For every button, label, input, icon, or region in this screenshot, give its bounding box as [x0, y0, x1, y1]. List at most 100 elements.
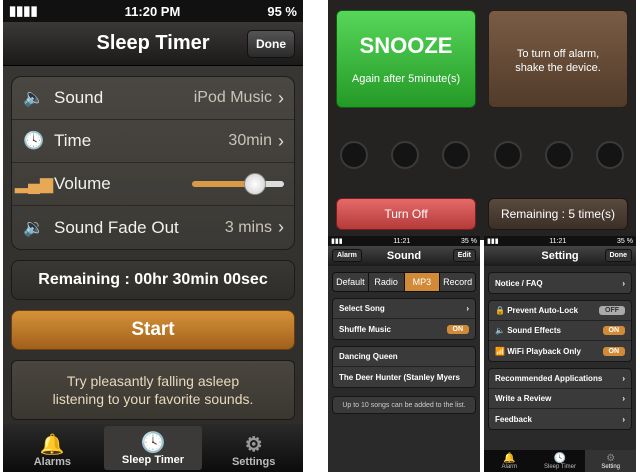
tab-alarm[interactable]: 🔔 Alarm [484, 450, 535, 472]
alarm-back-button[interactable]: Alarm [332, 249, 362, 262]
knob [544, 141, 573, 169]
start-button[interactable]: Start [11, 310, 295, 350]
sleep-timer-screen: ▮▮▮▮ 11:20 PM 95 % Sleep Timer Done 🔈 So… [3, 0, 303, 472]
links-group: Recommended Applications › Write a Review… [488, 368, 632, 430]
wifi-icon: 📶 [495, 346, 508, 356]
clock-icon: 🕓 [23, 131, 45, 150]
fade-out-row[interactable]: 🔉 Sound Fade Out 3 mins › [12, 206, 294, 249]
volume-bars-icon: ▂▄▆ [14, 174, 54, 193]
chevron-right-icon: › [278, 87, 284, 108]
chevron-right-icon: › [622, 394, 625, 403]
sound-row[interactable]: 🔈 Sound iPod Music › [12, 77, 294, 120]
select-song-row[interactable]: Select Song › [333, 299, 475, 319]
tab-sleep-timer[interactable]: 🕓 Sleep Timer [535, 450, 586, 472]
segment-default[interactable]: Default [333, 273, 369, 291]
tab-settings[interactable]: ⚙ Settings [204, 424, 303, 472]
recommended-apps-row[interactable]: Recommended Applications › [489, 369, 631, 389]
time-label: Time [54, 131, 92, 150]
knob [493, 141, 522, 169]
song-list: Dancing Queen The Deer Hunter (Stanley M… [332, 346, 476, 388]
volume-row: ▂▄▆ Volume [12, 163, 294, 206]
turn-off-button[interactable]: Turn Off [336, 198, 476, 230]
bell-icon: 🔔 [39, 434, 65, 456]
fade-out-value: 3 mins [224, 218, 272, 236]
chevron-right-icon: › [278, 130, 284, 151]
tab-alarms[interactable]: 🔔 Alarms [3, 424, 102, 472]
sound-effects-row: 🔈 Sound Effects ON [489, 321, 631, 341]
status-bar: ▮▮▮ 11:21 35 % [328, 236, 480, 246]
nav-bar: Alarm Sound Edit [328, 246, 480, 266]
speaker-icon: 🔈 [495, 326, 508, 335]
signal-icon: ▮▮▮ [331, 238, 343, 245]
tab-setting[interactable]: ⚙ Setting [585, 450, 636, 472]
edit-button[interactable]: Edit [452, 249, 476, 262]
chevron-right-icon: › [278, 217, 284, 237]
segment-radio[interactable]: Radio [368, 273, 405, 291]
tab-sleep-timer[interactable]: 🕓 Sleep Timer [103, 426, 203, 470]
alarm-screen: SNOOZE Again after 5minute(s) To turn of… [328, 0, 636, 240]
bell-icon: 🔔 [503, 453, 516, 464]
feedback-row[interactable]: Feedback › [489, 409, 631, 429]
sound-screen: ▮▮▮ 11:21 35 % Alarm Sound Edit Default … [328, 236, 480, 472]
song-options: Select Song › Shuffle Music ON [332, 298, 476, 340]
shuffle-row: Shuffle Music ON [333, 319, 475, 339]
setting-screen: ▮▮▮ 11:21 35 % Setting Done Notice / FAQ… [484, 236, 636, 472]
nav-bar: Setting Done [484, 246, 636, 266]
status-bar: ▮▮▮▮ 11:20 PM 95 % [3, 0, 303, 22]
source-segmented-control: Default Radio MP3 Record [332, 272, 476, 292]
song-limit-note: Up to 10 songs can be added to the list. [332, 396, 476, 414]
list-item[interactable]: The Deer Hunter (Stanley Myers [333, 367, 475, 387]
tip-line: Try pleasantly falling asleep [66, 373, 240, 389]
remaining-display: Remaining : 00hr 30min 00sec [11, 260, 295, 300]
page-title: Sound [386, 250, 422, 262]
snooze-label: SNOOZE [359, 33, 453, 58]
write-review-row[interactable]: Write a Review › [489, 389, 631, 409]
tip-line: listening to your favorite sounds. [52, 391, 254, 407]
list-item[interactable]: Dancing Queen [333, 347, 475, 367]
signal-icon: ▮▮▮▮ [9, 3, 38, 18]
lock-icon: 🔒 [495, 306, 508, 315]
segment-record[interactable]: Record [440, 273, 475, 291]
done-button[interactable]: Done [604, 249, 632, 262]
chevron-right-icon: › [622, 374, 625, 383]
chevron-right-icon: › [622, 278, 625, 288]
settings-group: 🔈 Sound iPod Music › 🕓 Time 30min › ▂▄▆ … [11, 76, 295, 250]
notice-faq-row[interactable]: Notice / FAQ › [489, 273, 631, 293]
auto-lock-row: 🔒 Prevent Auto-Lock OFF [489, 301, 631, 321]
time-value: 30min [228, 132, 272, 149]
nav-bar: Sleep Timer Done [3, 22, 303, 66]
volume-slider[interactable] [192, 173, 284, 195]
clock-icon: 🕓 [140, 432, 166, 454]
sound-label: Sound [54, 88, 104, 107]
fade-out-label: Sound Fade Out [54, 217, 179, 237]
speaker-icon: 🔈 [23, 88, 45, 107]
page-title: Setting [541, 250, 579, 262]
slider-knob[interactable] [244, 173, 266, 195]
auto-lock-toggle[interactable]: OFF [599, 306, 625, 315]
radio-knobs [328, 120, 636, 190]
toggle-group: 🔒 Prevent Auto-Lock OFF 🔈 Sound Effects ON… [488, 300, 632, 362]
time-row[interactable]: 🕓 Time 30min › [12, 120, 294, 163]
gear-icon: ⚙ [606, 453, 616, 464]
clock-icon: 🕓 [553, 453, 567, 464]
knob [442, 141, 471, 169]
wifi-playback-row: 📶 WiFi Playback Only ON [489, 341, 631, 361]
tab-bar: 🔔 Alarms 🕓 Sleep Timer ⚙ Settings [3, 424, 303, 472]
signal-icon: ▮▮▮ [487, 238, 499, 245]
tip-panel: Try pleasantly falling asleep listening … [11, 360, 295, 420]
wifi-playback-toggle[interactable]: ON [602, 346, 625, 356]
tab-bar: 🔔 Alarm 🕓 Sleep Timer ⚙ Setting [484, 450, 636, 472]
done-button[interactable]: Done [247, 30, 295, 58]
shuffle-toggle[interactable]: ON [446, 324, 469, 334]
chevron-right-icon: › [466, 304, 469, 313]
battery-label: 95 % [267, 3, 297, 19]
shake-hint: To turn off alarm, shake the device. [488, 10, 628, 108]
segment-mp3[interactable]: MP3 [404, 273, 441, 291]
knob [339, 141, 368, 169]
sound-effects-toggle[interactable]: ON [602, 326, 625, 335]
sound-value: iPod Music [193, 89, 272, 106]
chevron-right-icon: › [622, 414, 625, 424]
notice-group: Notice / FAQ › [488, 272, 632, 294]
remaining-count: Remaining : 5 time(s) [488, 198, 628, 230]
snooze-button[interactable]: SNOOZE Again after 5minute(s) [336, 10, 476, 108]
